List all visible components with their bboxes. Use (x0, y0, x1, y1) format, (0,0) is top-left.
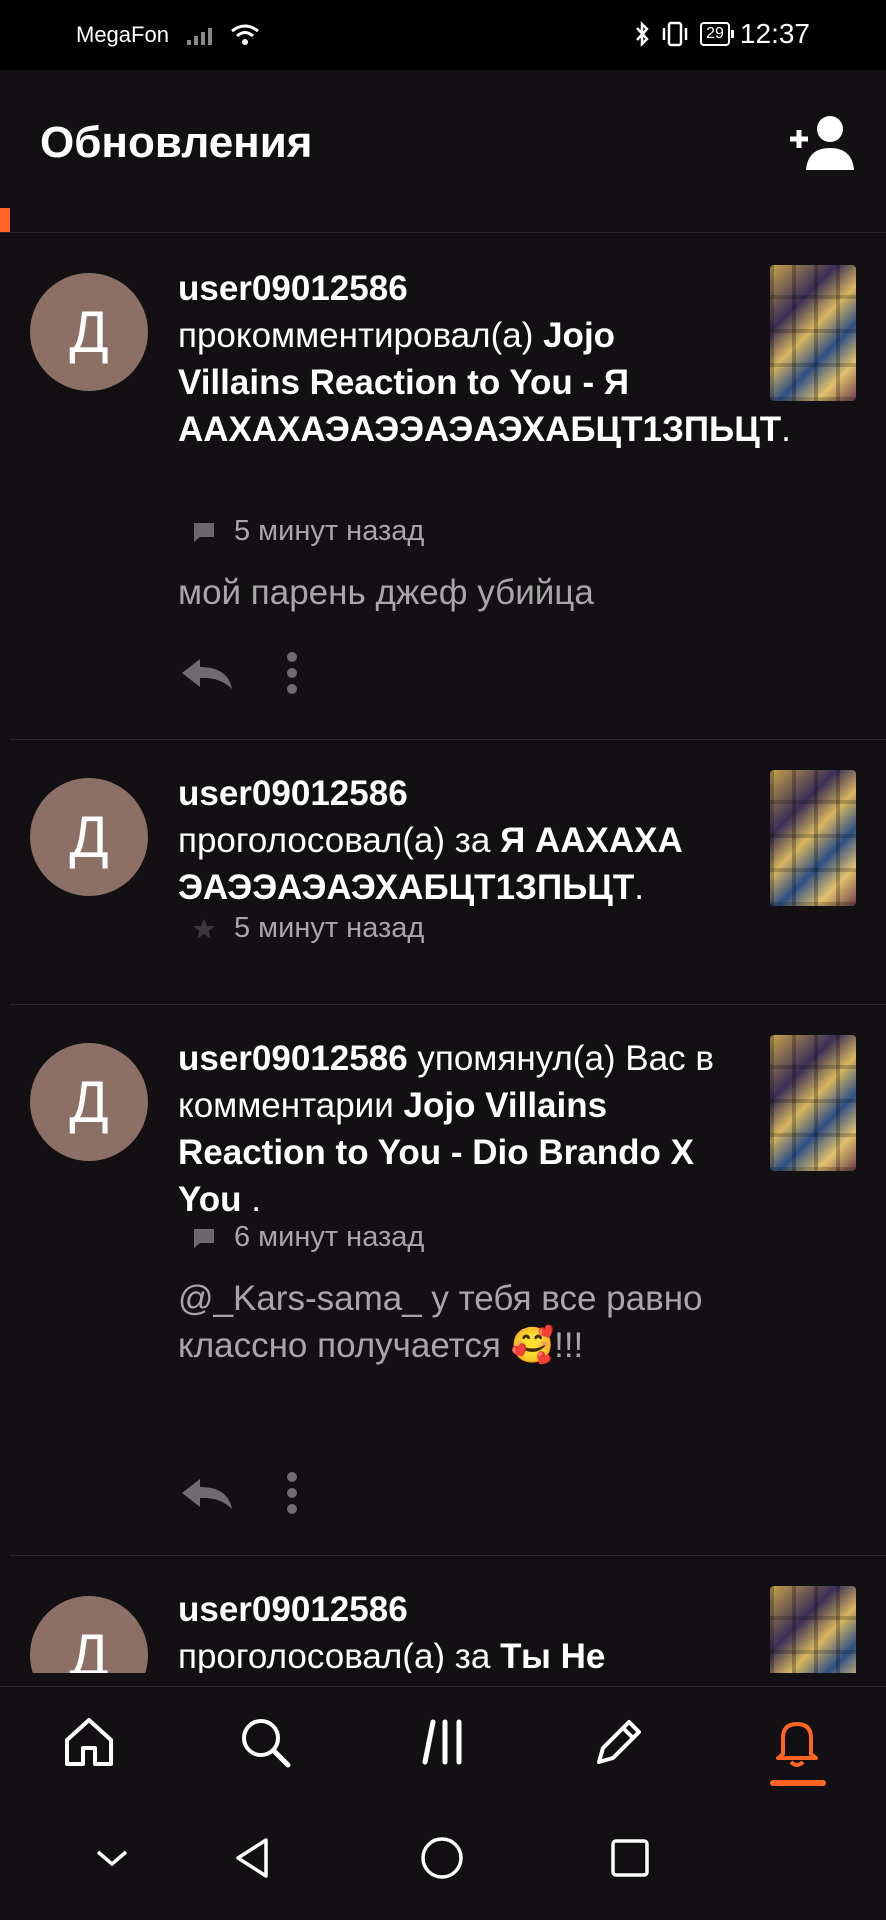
story-title[interactable]: Ты Не (500, 1637, 605, 1673)
vibrate-icon (662, 21, 688, 47)
clock: 12:37 (739, 18, 810, 49)
reply-icon[interactable] (178, 1473, 236, 1513)
comment-ending: !!! (554, 1326, 584, 1365)
punctuation: . (241, 1180, 261, 1219)
active-tab-indicator (770, 1780, 826, 1786)
bluetooth-icon (636, 20, 649, 48)
username[interactable]: user09012586 (178, 1039, 408, 1078)
nav-library[interactable] (408, 1707, 478, 1777)
updates-feed[interactable]: Д user09012586 прокомментировал(а) Jojo … (0, 233, 886, 1673)
star-icon (193, 918, 215, 939)
feed-item-text[interactable]: user09012586 прокомментировал(а) Jojo Vi… (178, 265, 791, 453)
recents-button[interactable] (602, 1830, 658, 1886)
carrier-name: MegaFon (76, 22, 169, 47)
emoji: 🥰 (510, 1326, 555, 1365)
system-navigation-bar (0, 1796, 886, 1920)
punctuation: . (634, 868, 644, 907)
reply-icon[interactable] (178, 653, 236, 693)
feed-item[interactable]: Д user09012586 проголосовал(а) за Ты Не (0, 1556, 886, 1673)
more-options-icon[interactable] (286, 1471, 298, 1515)
collapse-button[interactable] (84, 1830, 140, 1886)
item-actions (178, 651, 298, 695)
action-text: прокомментировал(а) (178, 316, 534, 355)
story-cover-image[interactable] (770, 1586, 856, 1673)
action-text: проголосовал(а) за (178, 821, 491, 860)
recents-icon (611, 1839, 649, 1877)
home-icon (65, 1718, 113, 1766)
feed-item-text[interactable]: user09012586 проголосовал(а) за Я ААХАХА… (178, 770, 738, 911)
feed-item[interactable]: Д user09012586 прокомментировал(а) Jojo … (0, 233, 886, 739)
signal-icon (186, 25, 212, 45)
avatar[interactable]: Д (30, 778, 148, 896)
avatar[interactable]: Д (30, 273, 148, 391)
notifications-icon (776, 1722, 818, 1767)
search-icon (242, 1719, 291, 1768)
item-actions (178, 1471, 298, 1515)
comment-text: мой парень джеф убийца (178, 573, 594, 612)
nav-home[interactable] (54, 1707, 124, 1777)
back-icon (236, 1838, 268, 1878)
loading-indicator (0, 208, 10, 232)
add-user-icon[interactable] (786, 112, 856, 172)
item-meta: 6 минут назад (192, 1221, 424, 1254)
timestamp: 5 минут назад (234, 515, 425, 547)
write-icon (597, 1720, 641, 1764)
comment-text: @_Kars-sama_ у тебя все равно классно по… (178, 1275, 738, 1369)
feed-item-text[interactable]: user09012586 упомянул(а) Вас в комментар… (178, 1035, 738, 1223)
nav-search[interactable] (230, 1707, 300, 1777)
page-title: Обновления (40, 118, 313, 167)
nav-write[interactable] (584, 1707, 654, 1777)
more-options-icon[interactable] (286, 651, 298, 695)
username[interactable]: user09012586 (178, 1590, 408, 1629)
action-text: проголосовал(а) за (178, 1637, 491, 1673)
story-cover-image[interactable] (770, 265, 856, 401)
home-system-button[interactable] (414, 1830, 470, 1886)
item-meta: 5 минут назад (192, 912, 424, 945)
nav-notifications[interactable] (762, 1707, 832, 1777)
username[interactable]: user09012586 (178, 269, 408, 308)
comment-icon (194, 1228, 214, 1248)
story-cover-image[interactable] (770, 770, 856, 906)
chevron-down-icon (96, 1850, 128, 1867)
comment-body: @_Kars-sama_ у тебя все равно классно по… (178, 1279, 703, 1365)
feed-item[interactable]: Д user09012586 упомянул(а) Вас в коммент… (0, 1005, 886, 1585)
app-bar: Обновления (0, 70, 886, 232)
status-bar: MegaFon 29 12:37 (0, 0, 886, 70)
username[interactable]: user09012586 (178, 774, 408, 813)
home-circle-icon (421, 1837, 463, 1879)
battery-icon: 29 (700, 22, 734, 46)
feed-item[interactable]: Д user09012586 проголосовал(а) за Я ААХА… (0, 740, 886, 1004)
avatar[interactable]: Д (30, 1596, 148, 1673)
punctuation: . (781, 410, 791, 449)
story-cover-image[interactable] (770, 1035, 856, 1171)
bottom-navigation (0, 1686, 886, 1797)
comment-icon (194, 522, 214, 542)
timestamp: 6 минут назад (234, 1221, 425, 1253)
avatar[interactable]: Д (30, 1043, 148, 1161)
feed-item-text[interactable]: user09012586 проголосовал(а) за Ты Не (178, 1586, 738, 1673)
item-meta: 5 минут назад (192, 515, 424, 548)
library-icon (422, 1719, 462, 1765)
back-button[interactable] (224, 1830, 280, 1886)
timestamp: 5 минут назад (234, 912, 425, 944)
wifi-icon (231, 24, 259, 45)
